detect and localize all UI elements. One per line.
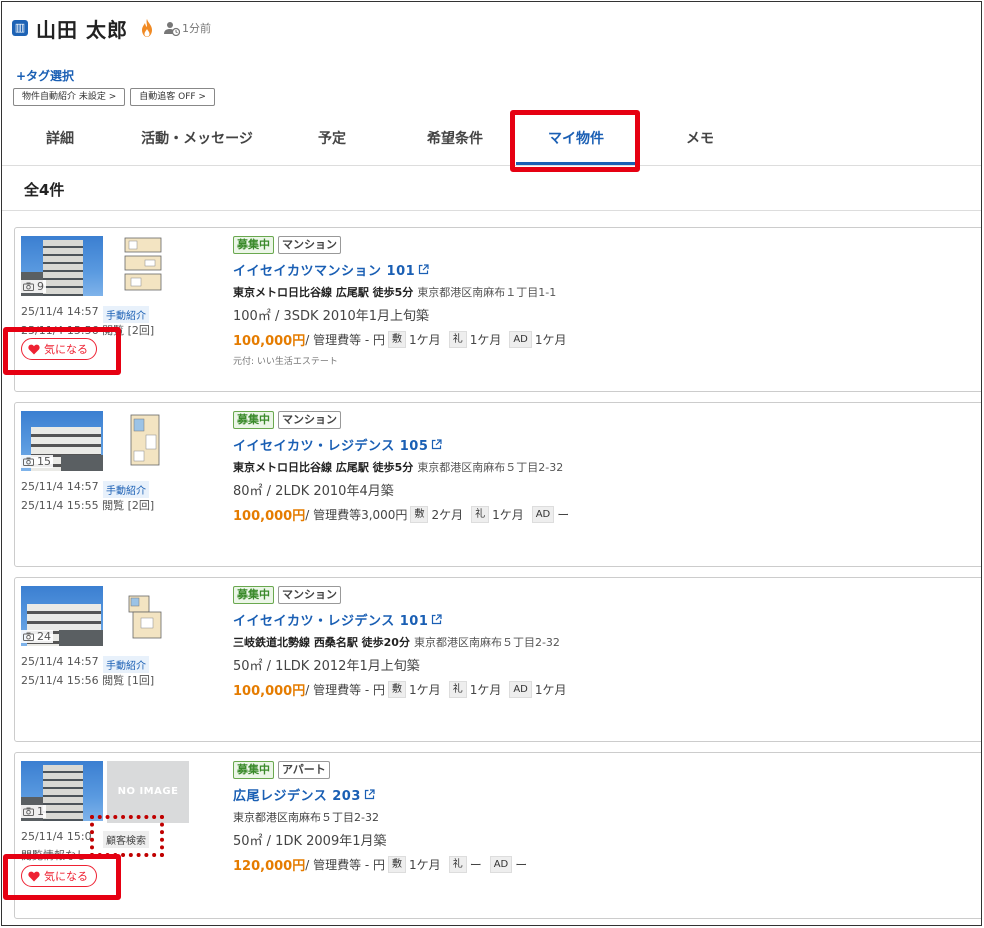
sent-date: 25/11/4 14:57 xyxy=(21,480,99,493)
highlight-favorite-4 xyxy=(3,854,121,900)
floor-plan-image[interactable] xyxy=(121,236,169,296)
property-card[interactable]: 15 25/11/4 14:57 手動紹介 25/11/4 15:55 閲覧 [… xyxy=(14,402,981,567)
highlight-customer-search-badge xyxy=(90,815,164,857)
station-access: 東京メトロ日比谷線 広尾駅 徒歩5分 東京都港区南麻布１丁目1-1 xyxy=(233,286,557,299)
property-spec: 50㎡ / 1DK 2009年1月築 xyxy=(233,834,387,849)
sent-date: 25/11/4 14:57 xyxy=(21,305,99,318)
status-badge: 募集中 xyxy=(233,761,274,779)
property-spec: 80㎡ / 2LDK 2010年4月築 xyxy=(233,484,394,499)
type-badge: アパート xyxy=(278,761,330,779)
property-info: 募集中 マンション イイセイカツマンション 101 東京メトロ日比谷線 広尾駅 … xyxy=(233,236,973,367)
type-badge: マンション xyxy=(278,586,341,604)
person-clock-icon xyxy=(163,22,180,36)
station-access: 三岐鉄道北勢線 西桑名駅 徒歩20分 東京都港区南麻布５丁目2-32 xyxy=(233,636,560,649)
property-name-link[interactable]: 広尾レジデンス 203 xyxy=(233,785,973,804)
highlight-favorite-1 xyxy=(3,327,121,375)
property-name-link[interactable]: イイセイカツ・レジデンス 105 xyxy=(233,435,973,454)
listing-agent: 元付: いい生活エステート xyxy=(233,357,338,367)
result-count: 全4件 xyxy=(24,181,65,199)
property-spec: 50㎡ / 1LDK 2012年1月上旬築 xyxy=(233,659,420,674)
rent: 100,000円 xyxy=(233,684,306,699)
price-row: 100,000円 / 管理費等 - 円 敷 1ケ月 礼 1ケ月 AD 1ケ月 xyxy=(233,330,973,349)
tab-bar: 詳細 活動・メッセージ 予定 希望条件 マイ物件 メモ xyxy=(2,118,981,166)
fire-icon xyxy=(141,19,152,37)
tab-memo[interactable]: メモ xyxy=(670,118,730,162)
photo-count: 1 xyxy=(21,805,46,818)
station-access: 東京メトロ日比谷線 広尾駅 徒歩5分 東京都港区南麻布５丁目2-32 xyxy=(233,461,564,474)
auto-intro-button[interactable]: 物件自動紹介 未設定 > xyxy=(13,88,126,106)
tab-preferences[interactable]: 希望条件 xyxy=(414,118,496,162)
sent-date: 25/11/4 15:0 xyxy=(21,830,92,843)
photo-count: 15 xyxy=(21,455,53,468)
external-link-icon xyxy=(432,439,443,450)
photo-count: 24 xyxy=(21,630,53,643)
property-info: 募集中 マンション イイセイカツ・レジデンス 105 東京メトロ日比谷線 広尾駅… xyxy=(233,411,973,524)
type-badge: マンション xyxy=(278,236,341,254)
view-date: 25/11/4 15:56 閲覧 [1回] xyxy=(21,674,155,687)
price-row: 100,000円 / 管理費等3,000円 敷 2ケ月 礼 1ケ月 AD ー xyxy=(233,505,973,524)
external-link-icon xyxy=(419,264,429,275)
auto-chase-button[interactable]: 自動追客 OFF > xyxy=(130,88,215,106)
last-activity-text: 1分前 xyxy=(181,22,211,35)
property-address: 東京都港区南麻布５丁目2-32 xyxy=(233,811,379,824)
type-badge: マンション xyxy=(278,411,341,429)
building-icon: ▥ xyxy=(12,20,28,36)
property-name-link[interactable]: イイセイカツマンション 101 xyxy=(233,260,973,279)
status-badge: 募集中 xyxy=(233,411,274,429)
tab-detail[interactable]: 詳細 xyxy=(32,118,88,162)
tab-activity-message[interactable]: 活動・メッセージ xyxy=(124,118,270,162)
view-date: 25/11/4 15:55 閲覧 [2回] xyxy=(21,499,155,512)
price-row: 120,000円 / 管理費等 - 円 敷 1ケ月 礼ー AD ー xyxy=(233,855,973,874)
sent-date: 25/11/4 14:57 xyxy=(21,655,99,668)
floor-plan-image[interactable] xyxy=(121,411,169,471)
customer-name: 山田 太郎 xyxy=(36,17,128,42)
status-badge: 募集中 xyxy=(233,236,274,254)
camera-icon xyxy=(23,807,34,816)
tab-schedule[interactable]: 予定 xyxy=(302,118,362,162)
camera-icon xyxy=(23,457,34,466)
intro-method-badge: 手動紹介 xyxy=(103,656,149,673)
camera-icon xyxy=(23,282,34,291)
rent: 100,000円 xyxy=(233,334,306,349)
external-link-icon xyxy=(364,789,375,800)
rent: 100,000円 xyxy=(233,509,306,524)
intro-method-badge: 手動紹介 xyxy=(103,481,149,498)
status-badge: 募集中 xyxy=(233,586,274,604)
floor-plan-image[interactable] xyxy=(121,586,169,646)
tag-select-link[interactable]: +タグ選択 xyxy=(16,67,74,84)
no-image-placeholder: NO IMAGE xyxy=(107,761,189,823)
property-info: 募集中 アパート 広尾レジデンス 203 東京都港区南麻布５丁目2-32 50㎡… xyxy=(233,761,973,874)
property-spec: 100㎡ / 3SDK 2010年1月上旬築 xyxy=(233,309,430,324)
property-info: 募集中 マンション イイセイカツ・レジデンス 101 三岐鉄道北勢線 西桑名駅 … xyxy=(233,586,973,699)
photo-count: 9 xyxy=(21,280,46,293)
property-card[interactable]: 24 25/11/4 14:57 手動紹介 25/11/4 15:56 閲覧 [… xyxy=(14,577,981,742)
camera-icon xyxy=(23,632,34,641)
property-name-link[interactable]: イイセイカツ・レジデンス 101 xyxy=(233,610,973,629)
highlight-my-properties-tab xyxy=(510,110,640,172)
price-row: 100,000円 / 管理費等 - 円 敷 1ケ月 礼 1ケ月 AD 1ケ月 xyxy=(233,680,973,699)
external-link-icon xyxy=(432,614,443,625)
rent: 120,000円 xyxy=(233,859,306,874)
customer-panel: ▥ 山田 太郎 1分前 +タグ選択 物件自動紹介 未設定 > 自動追客 OFF … xyxy=(1,1,982,926)
intro-method-badge: 手動紹介 xyxy=(103,306,149,323)
property-card[interactable]: 9 25/11/4 14:57 手動紹介 25/11/4 15:56 閲覧 [2… xyxy=(14,227,981,392)
customer-header: ▥ 山田 太郎 1分前 xyxy=(12,14,211,42)
